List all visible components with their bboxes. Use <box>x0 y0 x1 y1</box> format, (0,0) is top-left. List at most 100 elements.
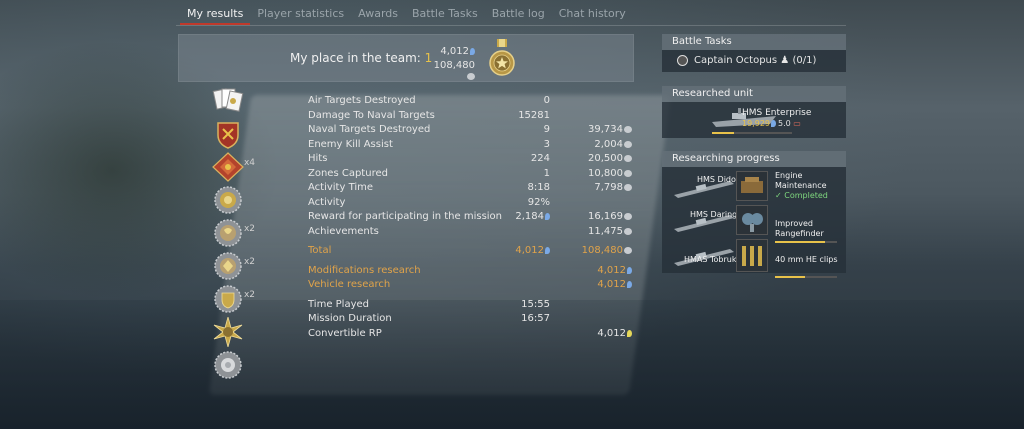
row-label: Zones Captured <box>308 167 388 179</box>
vehicle-research-row: Vehicle research 4,012 <box>308 278 648 293</box>
row-count: 3 <box>543 138 550 150</box>
medal-item[interactable] <box>212 315 246 349</box>
medal-item[interactable]: x2 <box>212 218 255 248</box>
medals-column: x4 x2 x2 x2 <box>212 86 255 383</box>
medal-item[interactable] <box>212 350 246 380</box>
total-rp: 4,012 <box>515 244 550 259</box>
reward-value: 39,734 <box>588 124 623 135</box>
tab-my-results[interactable]: My results <box>180 5 251 25</box>
shield-gold-medal-icon <box>214 285 242 313</box>
reward-value: 11,475 <box>588 225 623 237</box>
table-row: Air Targets Destroyed 0 <box>308 94 648 109</box>
task-text: Captain Octopus ♟ (0/1) <box>694 55 816 66</box>
row-count: 9 <box>543 124 550 135</box>
medal-multiplier: x2 <box>243 224 255 234</box>
engine-maintenance-icon[interactable] <box>736 171 768 201</box>
tab-player-statistics[interactable]: Player statistics <box>250 5 351 25</box>
silver-lions-icon <box>624 247 632 254</box>
row-label: Time Played <box>308 298 370 310</box>
row-rp: 4,012 <box>597 278 632 293</box>
silver-lions-icon <box>624 184 632 191</box>
modification-progress-bar <box>775 241 837 243</box>
row-reward: 7,798 <box>594 181 632 196</box>
first-place-medal-icon <box>489 39 515 76</box>
silver-lions-icon <box>624 227 632 235</box>
rp-icon <box>470 48 475 55</box>
row-reward: 11,475 <box>588 225 632 240</box>
total-row: Total 4,012 108,480 <box>308 244 648 259</box>
row-label: Air Targets Destroyed <box>308 95 416 106</box>
modification-progress-bar <box>775 276 837 278</box>
cards-icon <box>212 88 244 112</box>
row-count: 224 <box>530 153 550 164</box>
completed-status: ✓ Completed <box>775 191 828 200</box>
table-row: Hits 224 20,500 <box>308 152 648 167</box>
tab-chat-history[interactable]: Chat history <box>552 5 633 25</box>
rp-value: 4,012 <box>597 327 626 339</box>
medal-multiplier: x2 <box>243 257 255 267</box>
medal-multiplier: x4 <box>243 158 255 168</box>
silver-lions-icon <box>624 169 632 177</box>
silver-ring-medal-icon <box>214 219 242 247</box>
unit-progress-fill <box>712 132 735 134</box>
researching-list: HMS Dido Engine Maintenance ✓ Completed … <box>662 167 846 278</box>
tab-battle-tasks[interactable]: Battle Tasks <box>405 5 485 25</box>
medal-item[interactable]: x2 <box>212 284 255 314</box>
total-rp-value: 4,012 <box>515 245 544 256</box>
gold-ring-medal-icon <box>214 186 242 214</box>
tab-awards[interactable]: Awards <box>351 5 405 25</box>
row-rp: 4,012 <box>597 327 632 342</box>
row-count: 15281 <box>518 109 550 121</box>
task-progress: (0/1) <box>792 55 817 66</box>
rp-icon <box>545 213 550 220</box>
researching-ship-name: HMS Daring <box>690 210 738 219</box>
rp-icon <box>627 266 632 274</box>
rp-icon <box>627 281 632 288</box>
researched-unit-card[interactable]: HMS Enterprise 19,929 5.0 ▭ <box>662 102 846 138</box>
row-label: Modifications research <box>308 264 421 276</box>
place-rp-total: 4,012 <box>425 46 475 57</box>
sun-medal-icon <box>213 315 243 349</box>
battle-results-table: Air Targets Destroyed 0 Damage To Naval … <box>308 94 648 341</box>
results-tabs: My results Player statistics Awards Batt… <box>180 5 633 25</box>
team-place-label: My place in the team: 1 <box>290 51 432 65</box>
reward-value: 2,004 <box>594 138 623 150</box>
team-place-text: My place in the team: <box>290 51 421 65</box>
row-label: Enemy Kill Assist <box>308 138 393 150</box>
medal-item[interactable] <box>212 119 246 149</box>
row-reward: 20,500 <box>588 152 632 167</box>
medal-item[interactable]: x4 <box>212 152 255 182</box>
place-sl-total: 108,480 <box>425 60 475 82</box>
medal-item[interactable] <box>212 86 246 116</box>
medal-item[interactable] <box>212 185 246 215</box>
row-count: 1 <box>543 167 550 179</box>
table-row: Naval Targets Destroyed 9 39,734 <box>308 123 648 138</box>
time-played-row: Time Played 15:55 <box>308 298 648 313</box>
row-count: 15:55 <box>521 298 550 310</box>
rp-value: 4,012 <box>597 264 626 276</box>
researching-progress-panel: Researching progress HMS Dido Engine Mai… <box>662 151 846 278</box>
row-label: Activity Time <box>308 182 374 193</box>
rp-value: 2,184 <box>515 211 544 222</box>
researched-unit-panel: Researched unit HMS Enterprise 19,929 5.… <box>662 86 846 138</box>
row-label: Vehicle research <box>308 279 391 290</box>
rangefinder-icon[interactable] <box>736 205 768 235</box>
row-label: Convertible RP <box>308 327 382 339</box>
researching-ship-name: HMAS Tobruk <box>684 255 737 264</box>
battle-tasks-panel: Battle Tasks Captain Octopus ♟ (0/1) <box>662 34 846 72</box>
reward-value: 20,500 <box>588 153 623 164</box>
modification-name: 40 mm HE clips <box>775 255 838 264</box>
task-name: Captain Octopus <box>694 55 778 66</box>
medal-item[interactable]: x2 <box>212 251 255 281</box>
unit-name: HMS Enterprise <box>742 108 812 118</box>
tab-battle-log[interactable]: Battle log <box>485 5 552 25</box>
place-sl-value: 108,480 <box>433 60 475 71</box>
silver-lions-icon <box>624 155 632 162</box>
he-clips-icon[interactable] <box>736 239 768 272</box>
modification-name: Improved Rangefinder <box>775 219 824 238</box>
row-rp: 2,184 <box>515 210 550 225</box>
modification-progress-fill <box>775 276 805 278</box>
silver-lions-icon <box>624 126 632 133</box>
battle-task-item[interactable]: Captain Octopus ♟ (0/1) <box>662 50 846 72</box>
table-row: Zones Captured 1 10,800 <box>308 167 648 182</box>
